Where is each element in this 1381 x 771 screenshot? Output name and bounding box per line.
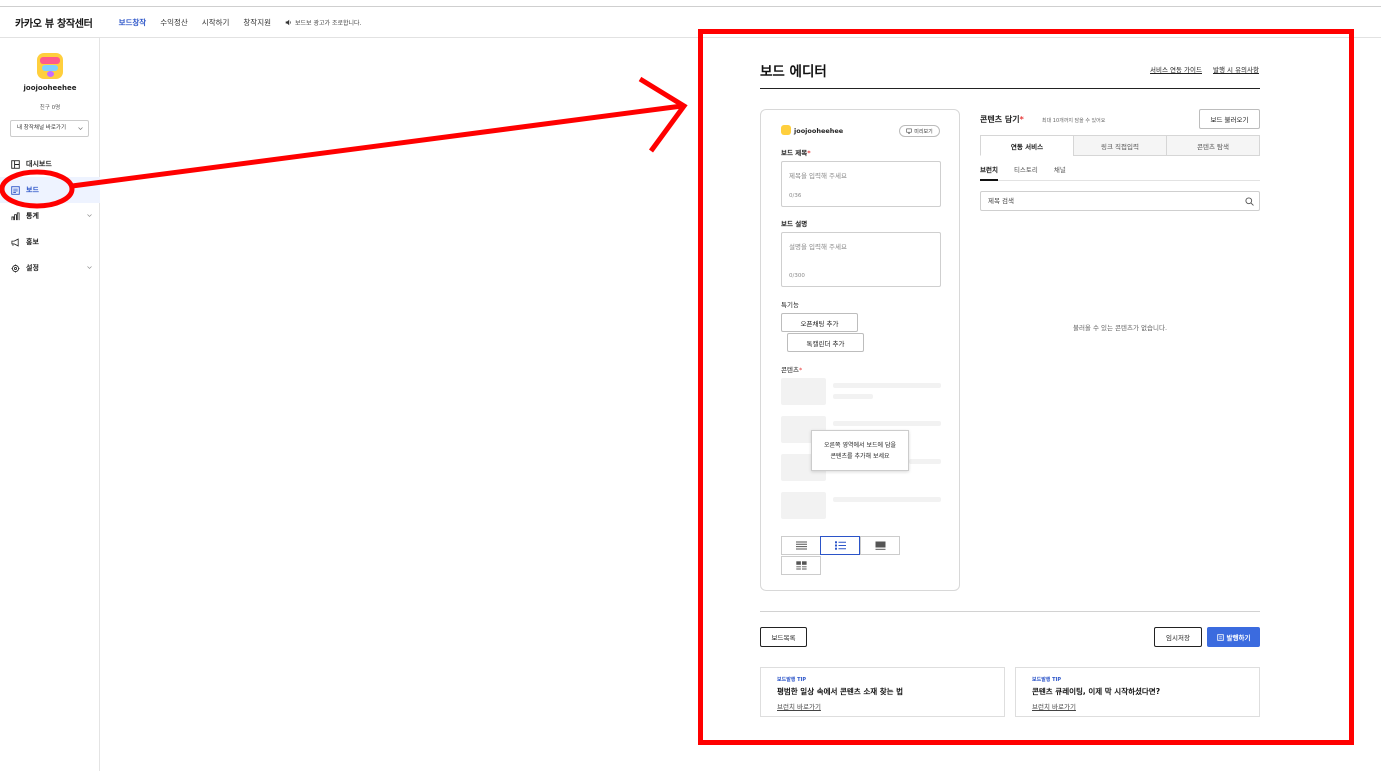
annotation-highlight-box bbox=[698, 29, 1354, 745]
chevron-down-icon bbox=[87, 214, 92, 217]
channel-select[interactable]: 내 창작채널 바로가기 bbox=[10, 120, 89, 137]
nav-revenue[interactable]: 수익정산 bbox=[160, 17, 188, 28]
notice-banner[interactable]: 보드보 광고가 조로합니다. bbox=[285, 18, 361, 27]
board-icon bbox=[11, 185, 20, 195]
avatar bbox=[37, 53, 63, 79]
channel-select-label: 내 창작채널 바로가기 bbox=[17, 125, 67, 131]
annotation-arrow-head bbox=[638, 76, 688, 153]
nav-board-create[interactable]: 보드창작 bbox=[119, 17, 147, 28]
sidebar-item-label: 홍보 bbox=[26, 238, 39, 246]
megaphone-icon bbox=[11, 237, 19, 247]
gear-icon bbox=[11, 263, 20, 273]
sidebar-item-promotion[interactable]: 홍보 bbox=[0, 229, 100, 255]
sidebar-item-stats[interactable]: 통계 bbox=[0, 203, 100, 229]
sidebar-item-board[interactable]: 보드 bbox=[0, 177, 100, 203]
nav-getting-started[interactable]: 시작하기 bbox=[202, 17, 230, 28]
friend-count: 친구 0명 bbox=[39, 105, 61, 111]
global-nav: 보드창작 수익정산 시작하기 창작지원 bbox=[119, 17, 285, 28]
stats-icon bbox=[11, 211, 20, 220]
chevron-down-icon bbox=[78, 127, 83, 130]
sidebar-item-label: 대시보드 bbox=[26, 160, 52, 168]
notice-text: 보드보 광고가 조로합니다. bbox=[295, 19, 362, 27]
sidebar-item-label: 통계 bbox=[26, 212, 39, 220]
sidebar-nav: 대시보드 보드 통계 홍보 설정 bbox=[0, 151, 100, 281]
speaker-icon bbox=[285, 19, 291, 25]
annotation-arrow-line bbox=[71, 103, 683, 189]
profile-name: joojooheehee bbox=[23, 84, 77, 92]
sidebar-item-label: 설정 bbox=[26, 264, 39, 272]
chevron-down-icon bbox=[87, 266, 92, 269]
brand-title[interactable]: 카카오 뷰 창작센터 bbox=[15, 15, 93, 30]
sidebar: joojooheehee 친구 0명 내 창작채널 바로가기 대시보드 보드 통… bbox=[0, 38, 100, 771]
sidebar-item-label: 보드 bbox=[26, 186, 39, 194]
dashboard-icon bbox=[11, 159, 20, 169]
sidebar-item-dashboard[interactable]: 대시보드 bbox=[0, 151, 100, 177]
nav-creator-support[interactable]: 창작지원 bbox=[243, 17, 271, 28]
sidebar-item-settings[interactable]: 설정 bbox=[0, 255, 100, 281]
